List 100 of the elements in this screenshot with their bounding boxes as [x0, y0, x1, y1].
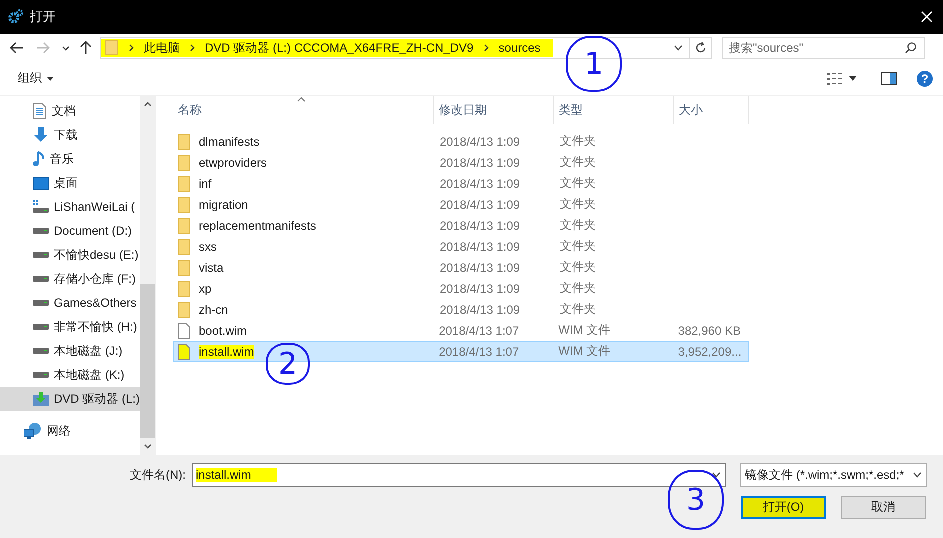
date-cell-text: 2018/4/13 1:09: [439, 282, 522, 296]
scroll-up-icon[interactable]: [144, 102, 152, 107]
drive-icon: [33, 228, 49, 234]
sidebar-item[interactable]: 网络: [0, 419, 140, 443]
caret-icon[interactable]: [849, 76, 857, 81]
breadcrumb-item[interactable]: 此电脑: [144, 40, 180, 56]
sidebar-item[interactable]: 不愉快desu (E:): [0, 243, 140, 267]
file-name: zh-cn: [199, 302, 228, 316]
file-icon: [178, 344, 190, 360]
file-row[interactable]: xp 2018/4/13 1:09 文件夹: [173, 278, 749, 299]
file-row[interactable]: replacementmanifests 2018/4/13 1:09 文件夹: [173, 215, 749, 236]
sidebar-item[interactable]: 本地磁盘 (K:): [0, 363, 140, 387]
file-name: migration: [199, 198, 248, 212]
column-header[interactable]: 大小: [674, 96, 749, 124]
sidebar-item[interactable]: LiShanWeiLai (: [0, 195, 140, 219]
handwritten-circled-number: 3: [668, 470, 724, 530]
network-icon: [24, 423, 42, 439]
scroll-down-icon[interactable]: [144, 444, 152, 449]
folder-icon: [178, 134, 190, 150]
folder-icon: [178, 218, 190, 234]
sidebar-item[interactable]: 非常不愉快 (H:): [0, 315, 140, 339]
breadcrumb-item[interactable]: sources: [498, 41, 541, 55]
sidebar-item[interactable]: 本地磁盘 (J:): [0, 339, 140, 363]
column-header[interactable]: 修改日期: [434, 96, 554, 124]
open-button[interactable]: 打开(O): [741, 496, 826, 519]
folder-icon: [178, 260, 190, 276]
dvd-drive-icon: [33, 392, 49, 406]
chevron-down-icon: [913, 472, 922, 478]
sidebar-item[interactable]: Document (D:): [0, 219, 140, 243]
date-cell-text: 2018/4/13 1:09: [439, 156, 522, 170]
file-name: dlmanifests: [199, 134, 260, 148]
drive-icon: [33, 252, 49, 258]
system-drive-icon: [33, 200, 49, 214]
sidebar-item[interactable]: 存储小仓库 (F:): [0, 267, 140, 291]
type-cell-text: 文件夹: [559, 238, 597, 255]
preview-pane-icon[interactable]: [881, 72, 897, 85]
file-row[interactable]: boot.wim 2018/4/13 1:07 WIM 文件 382,960 KB: [173, 320, 749, 341]
help-button[interactable]: ?: [917, 70, 933, 86]
organize-menu-button[interactable]: 组织: [18, 70, 54, 87]
handwritten-circled-number: 2: [266, 343, 310, 385]
size-cell-text: 3,952,209...: [677, 344, 743, 358]
file-row[interactable]: inf 2018/4/13 1:09 文件夹: [173, 173, 749, 194]
drive-icon: [33, 300, 49, 306]
folder-icon: [178, 280, 190, 296]
chevron-down-icon[interactable]: [62, 46, 70, 50]
file-row[interactable]: zh-cn 2018/4/13 1:09 文件夹: [173, 299, 749, 320]
sidebar-item[interactable]: 桌面: [0, 171, 140, 195]
handwritten-circled-number: 1: [566, 36, 622, 92]
file-name: vista: [199, 260, 224, 274]
type-cell-text: 文件夹: [559, 154, 597, 171]
type-cell-text: 文件夹: [559, 301, 597, 318]
type-cell-text: 文件夹: [559, 217, 597, 234]
file-row[interactable]: migration 2018/4/13 1:09 文件夹: [173, 194, 749, 215]
sidebar-item[interactable]: 音乐: [0, 147, 140, 171]
date-cell-text: 2018/4/13 1:09: [439, 134, 522, 148]
drive-icon: [33, 324, 49, 330]
sidebar-item[interactable]: DVD 驱动器 (L:): [0, 387, 140, 411]
file-row[interactable]: sxs 2018/4/13 1:09 文件夹: [173, 236, 749, 257]
column-header[interactable]: 类型: [554, 96, 674, 124]
folder-icon: [105, 40, 119, 56]
type-cell-text: WIM 文件: [558, 343, 612, 360]
up-arrow-icon[interactable]: [80, 41, 92, 55]
close-icon[interactable]: [921, 11, 933, 23]
folder-icon: [178, 238, 190, 254]
search-field[interactable]: 搜索"sources": [722, 37, 925, 59]
file-name-label: 文件名(N):: [130, 466, 187, 484]
drive-icon: [33, 276, 49, 282]
file-row[interactable]: etwproviders 2018/4/13 1:09 文件夹: [173, 152, 749, 173]
drive-icon: [33, 348, 49, 354]
date-cell-text: 2018/4/13 1:07: [438, 324, 520, 338]
file-row[interactable]: dlmanifests 2018/4/13 1:09 文件夹: [173, 131, 749, 152]
window-title: 打开: [30, 8, 56, 26]
scrollbar[interactable]: [140, 96, 155, 455]
file-row[interactable]: vista 2018/4/13 1:09 文件夹: [173, 257, 749, 278]
type-cell-text: 文件夹: [559, 175, 597, 192]
column-header[interactable]: 名称: [173, 96, 434, 124]
file-name: boot.wim: [199, 324, 248, 338]
sidebar-item[interactable]: 下载: [0, 123, 140, 147]
date-cell-text: 2018/4/13 1:07: [438, 344, 520, 358]
folder-icon: [178, 302, 190, 318]
file-name-field[interactable]: install.wim: [192, 463, 726, 487]
breadcrumb-item[interactable]: DVD 驱动器 (L:) CCCOMA_X64FRE_ZH-CN_DV9: [205, 40, 474, 56]
gear-icon: [8, 9, 24, 25]
cancel-button[interactable]: 取消: [841, 496, 926, 519]
chevron-right-icon: [484, 44, 489, 52]
chevron-down-icon[interactable]: [674, 45, 683, 51]
sidebar-item[interactable]: Games&Others: [0, 291, 140, 315]
chevron-down-icon[interactable]: [712, 472, 721, 478]
sidebar-item[interactable]: 文档: [0, 99, 140, 123]
view-options-icon[interactable]: [827, 72, 843, 84]
music-note-icon: [33, 151, 45, 167]
search-icon: [905, 42, 917, 54]
file-type-dropdown[interactable]: 镜像文件 (*.wim;*.swm;*.esd;*: [740, 463, 927, 487]
file-name: xp: [199, 282, 212, 296]
date-cell-text: 2018/4/13 1:09: [439, 218, 522, 232]
back-arrow-icon[interactable]: [10, 42, 24, 54]
type-cell-text: 文件夹: [559, 259, 597, 276]
download-arrow-icon: [33, 127, 49, 143]
drive-icon: [33, 372, 49, 378]
folder-icon: [178, 176, 190, 192]
